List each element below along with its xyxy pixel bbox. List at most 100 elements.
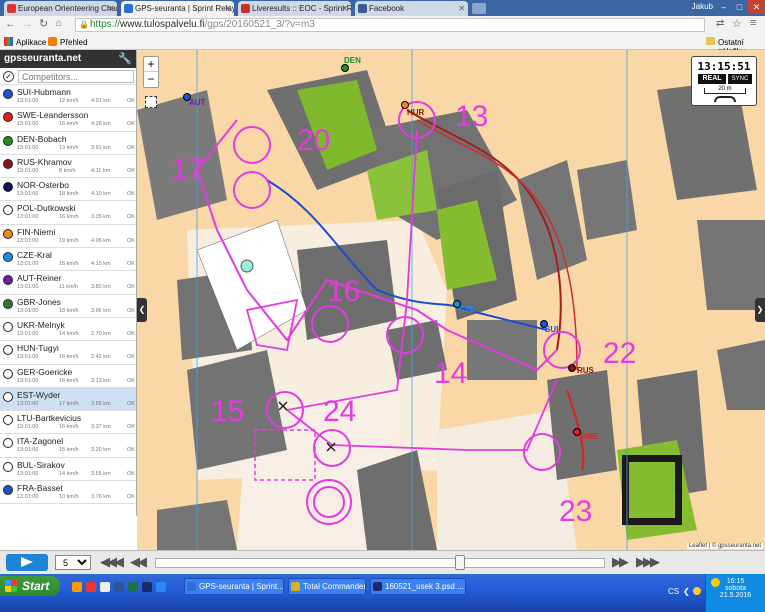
competitor-row[interactable]: FIN-Niemi 13:01:00 19 km/h 4.06 km OK [0, 225, 136, 249]
task-total-commander[interactable]: Total Commander 7.5... [288, 578, 366, 595]
competitor-row[interactable]: RUS-Khramov 13:01:00 8 km/h 4.11 km OK [0, 155, 136, 179]
play-button[interactable] [6, 554, 48, 571]
competitor-color-icon[interactable] [3, 461, 13, 472]
competitor-color-icon[interactable] [3, 158, 13, 169]
competitor-color-icon[interactable] [3, 205, 13, 216]
select-all-checkbox[interactable]: ✓ [3, 71, 14, 82]
competitor-color-icon[interactable] [3, 275, 13, 286]
language-indicator[interactable]: CS [668, 587, 679, 596]
competitor-color-icon[interactable] [3, 368, 13, 379]
runner-label[interactable]: RUS [577, 366, 594, 375]
minimize-icon[interactable]: – [716, 0, 731, 14]
tab-gps-seuranta[interactable]: GPS-seuranta | Sprint Relay ✕ [121, 1, 234, 16]
task-photoshop[interactable]: 160521_usek 3.psd ... [370, 578, 466, 595]
close-icon[interactable]: ✕ [341, 1, 348, 16]
explorer-icon[interactable] [100, 582, 110, 592]
competitor-color-icon[interactable] [3, 391, 13, 402]
system-tray-clock[interactable]: 16:15 sobota 21.5.2016 [705, 574, 765, 612]
forward-icon[interactable]: ▶▶ [612, 554, 629, 570]
rotate-icon[interactable] [714, 96, 736, 102]
competitor-color-icon[interactable] [3, 298, 13, 309]
tray-arrow-icon[interactable]: ❮ [683, 587, 690, 596]
competitor-row[interactable]: GER-Goericke 13:01:00 16 km/h 3.13 km OK [0, 365, 136, 388]
new-tab-button[interactable] [472, 3, 486, 14]
playback-speed-select[interactable]: 5 [55, 555, 91, 570]
window-close-icon[interactable]: ✕ [748, 0, 765, 14]
competitor-row[interactable]: SUI-Hubmann 13:01:00 12 km/h 4.01 km OK [0, 85, 136, 109]
forward-fast-icon[interactable]: ▶▶▶ [636, 554, 660, 570]
word-icon[interactable] [114, 582, 124, 592]
real-mode-button[interactable]: REAL [698, 74, 726, 84]
competitor-color-icon[interactable] [3, 112, 13, 123]
menu-icon[interactable]: ≡ [750, 17, 756, 29]
map-view[interactable]: 13 20 17 16 14 22 15 24 23 DEN AUT HUR CZE SUI RUS SWE… [137, 50, 765, 550]
collapse-left-handle[interactable]: ❮ [137, 298, 147, 322]
start-button[interactable]: Start [0, 576, 60, 596]
competitor-row[interactable]: HUN-Tugyi 13:01:00 16 km/h 2.42 km OK [0, 341, 136, 365]
url-bar[interactable]: 🔒 https://www.tulospalvelu.fi/gps/201605… [75, 18, 705, 32]
competitor-row[interactable]: LTU-Bartkevicius 13:01:00 16 km/h 3.37 km OK [0, 411, 136, 435]
competitor-row[interactable]: BUL-Sirakov 13:01:00 14 km/h 3.55 km OK [0, 458, 136, 482]
wrench-icon[interactable]: 🔧 [118, 50, 132, 68]
translate-icon[interactable]: ⇄ [716, 18, 724, 29]
runner-label[interactable]: SWE [580, 432, 598, 441]
competitor-row[interactable]: CZE-Kral 13:01:00 15 km/h 4.15 km OK [0, 248, 136, 272]
competitor-row[interactable]: GBR-Jones 13:01:00 18 km/h 3.96 km OK [0, 295, 136, 318]
runner-label[interactable]: DEN [344, 56, 361, 65]
close-icon[interactable]: ✕ [458, 1, 465, 16]
competitor-color-icon[interactable] [3, 252, 13, 263]
star-icon[interactable]: ☆ [732, 17, 742, 30]
collapse-right-handle[interactable]: ❯ [755, 298, 765, 322]
home-icon[interactable]: ⌂ [56, 18, 62, 29]
competitor-color-icon[interactable] [3, 89, 13, 99]
excel-icon[interactable] [128, 582, 138, 592]
firefox-icon[interactable] [72, 582, 82, 592]
task-gps-seuranta[interactable]: GPS-seuranta | Sprint... [184, 578, 284, 595]
competitor-row[interactable]: SWE-Leandersson 13:01:00 16 km/h 4.28 km OK [0, 108, 136, 132]
user-name[interactable]: Jakub [692, 2, 713, 11]
competitor-color-icon[interactable] [3, 485, 13, 496]
sync-button[interactable]: SYNC [728, 74, 752, 84]
close-icon[interactable]: ✕ [107, 1, 114, 16]
rewind-fast-icon[interactable]: ◀◀◀ [100, 554, 124, 570]
competitor-color-icon[interactable] [3, 182, 13, 193]
bookmark-aplikace[interactable]: Aplikace [16, 38, 46, 47]
runner-label[interactable]: HUR [407, 108, 424, 117]
timeline-thumb[interactable] [455, 555, 465, 570]
competitor-row[interactable]: NOR-Osterbo 13:01:00 18 km/h 4.10 km OK [0, 178, 136, 202]
competitor-row[interactable]: POL-Dutkowski 13:01:00 16 km/h 3.35 km OK [0, 201, 136, 225]
bookmark-prehled[interactable]: Přehled [60, 38, 88, 47]
tab-liveresults[interactable]: Liveresults :: EOC - Sprint R ✕ [238, 1, 351, 16]
back-icon[interactable]: ← [5, 18, 16, 30]
photoshop-icon[interactable] [142, 582, 152, 592]
competitor-row[interactable]: UKR-Melnyk 13:01:00 14 km/h 2.70 km OK [0, 318, 136, 342]
runner-label[interactable]: CZE [459, 305, 475, 314]
chrome-icon[interactable] [86, 582, 96, 592]
close-icon[interactable]: ✕ [224, 1, 231, 16]
competitor-color-icon[interactable] [3, 438, 13, 449]
rewind-icon[interactable]: ◀◀ [130, 554, 147, 570]
competitor-row[interactable]: ITA-Zagonel 13:01:00 15 km/h 3.20 km OK [0, 434, 136, 458]
competitor-color-icon[interactable] [3, 345, 13, 356]
competitor-row[interactable]: DEN-Bobach 13:01:00 13 km/h 3.91 km OK [0, 132, 136, 155]
competitor-color-icon[interactable] [3, 228, 13, 239]
reload-icon[interactable]: ↻ [39, 17, 48, 30]
maximize-icon[interactable]: □ [732, 0, 747, 14]
competitor-row[interactable]: EST-Wyder 13:01:00 17 km/h 3.56 km OK [0, 387, 136, 412]
competitor-row[interactable]: FRA-Basset 13:01:00 10 km/h 3.76 km OK [0, 481, 136, 505]
tab-eoc[interactable]: European Orienteering Cham ✕ [4, 1, 117, 16]
zoom-in-button[interactable]: + [144, 57, 158, 72]
runner-label[interactable]: AUT [189, 98, 205, 107]
skype-icon[interactable] [156, 582, 166, 592]
competitor-color-icon[interactable] [3, 321, 13, 332]
zoom-out-button[interactable]: − [144, 72, 158, 87]
competitor-row[interactable]: AUT-Reiner 13:01:00 11 km/h 3.80 km OK [0, 271, 136, 295]
competitor-search-input[interactable] [18, 70, 134, 83]
tray-app-icon[interactable] [693, 587, 701, 595]
runner-label[interactable]: SUI [545, 325, 558, 334]
timeline-track[interactable] [155, 558, 605, 568]
competitor-color-icon[interactable] [3, 415, 13, 426]
map-attribution[interactable]: Leaflet | © gpsseuranta.net [686, 543, 763, 549]
competitor-color-icon[interactable] [3, 135, 13, 146]
tab-facebook[interactable]: Facebook ✕ [355, 1, 468, 16]
